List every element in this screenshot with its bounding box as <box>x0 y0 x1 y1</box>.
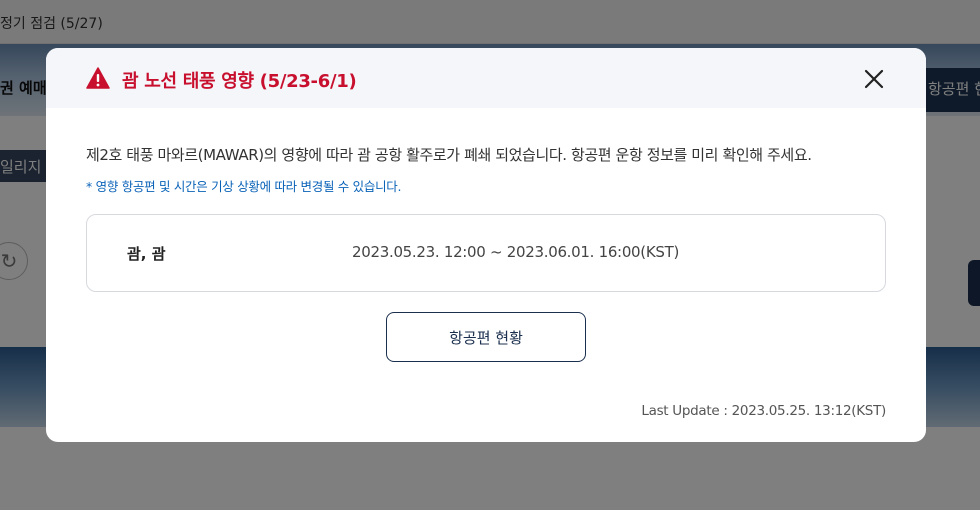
affected-route-box: 괌, 괌 2023.05.23. 12:00 ~ 2023.06.01. 16:… <box>86 214 886 292</box>
typhoon-notice-modal: 괌 노선 태풍 영향 (5/23-6/1) 제2호 태풍 마와르(MAWAR)의… <box>46 48 926 442</box>
close-icon <box>864 69 884 89</box>
modal-description: 제2호 태풍 마와르(MAWAR)의 영향에 따라 괌 공항 활주로가 폐쇄 되… <box>86 146 812 164</box>
route-period: 2023.05.23. 12:00 ~ 2023.06.01. 16:00(KS… <box>352 243 680 261</box>
modal-note: * 영향 항공편 및 시간은 기상 상황에 따라 변경될 수 있습니다. <box>86 179 402 194</box>
modal-title: 괌 노선 태풍 영향 (5/23-6/1) <box>122 71 357 92</box>
modal-header: 괌 노선 태풍 영향 (5/23-6/1) <box>46 48 926 108</box>
warning-icon <box>86 67 110 89</box>
flight-status-button[interactable]: 항공편 현황 <box>386 312 586 362</box>
close-button[interactable] <box>861 66 887 92</box>
last-update-text: Last Update : 2023.05.25. 13:12(KST) <box>641 403 886 419</box>
route-location: 괌, 괌 <box>127 245 166 263</box>
